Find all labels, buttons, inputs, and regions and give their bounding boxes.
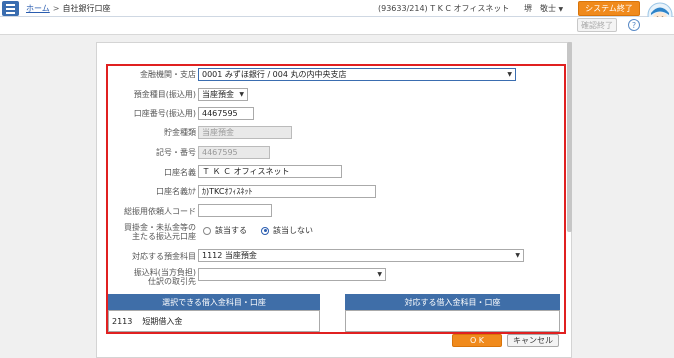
radio-not-applicable[interactable]: 該当しない	[261, 225, 313, 236]
bank-value: 0001 みずほ銀行 / 004 丸の内中央支店	[202, 70, 347, 79]
help-icon[interactable]: ?	[628, 19, 640, 31]
symbol-no-input: 4467595	[198, 146, 270, 159]
deposit-subject-value: 1112 当座預金	[202, 251, 257, 260]
main-account-radio-group: 該当する 該当しない	[203, 225, 313, 236]
fee-partner-select[interactable]: ▼	[198, 268, 386, 281]
confirm-exit-button[interactable]: 確認終了	[577, 18, 617, 32]
breadcrumb-separator: >	[52, 4, 60, 13]
scrollbar[interactable]	[567, 42, 572, 232]
account-info: (93633/214) T K C オフィスネット	[378, 4, 510, 13]
savings-type-input: 当座預金	[198, 126, 292, 139]
ok-button[interactable]: O K	[452, 334, 502, 347]
account-no-input[interactable]: 4467595	[198, 107, 254, 120]
system-exit-button[interactable]: システム終了	[578, 1, 640, 16]
page-title: 自社銀行口座	[62, 4, 111, 13]
menu-icon[interactable]	[2, 1, 19, 16]
bank-select[interactable]: 0001 みずほ銀行 / 004 丸の内中央支店 ▼	[198, 68, 516, 81]
left-table-header: 選択できる借入金科目・口座	[108, 294, 320, 310]
row-code: 2113	[112, 317, 133, 326]
client-code-label: 総振用依頼人コード	[124, 207, 196, 216]
chevron-down-icon: ▼	[239, 91, 244, 98]
breadcrumb: ホーム > 自社銀行口座	[26, 3, 110, 14]
main-account-label-2: 主たる振込元口座	[132, 232, 196, 241]
symbol-no-label: 記号・番号	[156, 148, 196, 157]
deposit-type-label: 預金種目(振込用)	[133, 90, 196, 99]
chevron-down-icon: ▼	[507, 71, 512, 78]
deposit-subject-label: 対応する預金科目	[132, 252, 196, 261]
radio-not-applicable-label: 該当しない	[273, 226, 313, 235]
breadcrumb-home-link[interactable]: ホーム	[26, 4, 50, 13]
radio-on-icon	[261, 226, 269, 235]
top-bar: ホーム > 自社銀行口座 (93633/214) T K C オフィスネット 堺 敬…	[0, 0, 674, 17]
account-no-label: 口座番号(振込用)	[133, 109, 196, 118]
account-name-kana-label: 口座名義ｶﾅ	[156, 187, 196, 196]
account-name-label: 口座名義	[164, 168, 196, 177]
account-name-kana-input[interactable]: ｶ)TKCｵﾌｨｽﾈｯﾄ	[198, 185, 376, 198]
bank-label: 金融機関・支店	[140, 70, 196, 79]
savings-type-label: 貯金種類	[164, 128, 196, 137]
chevron-down-icon: ▼	[558, 6, 564, 13]
chevron-down-icon: ▼	[515, 252, 520, 259]
user-name: 堺 敬士	[524, 4, 556, 13]
deposit-subject-select[interactable]: 1112 当座預金 ▼	[198, 249, 524, 262]
account-name-input[interactable]: Ｔ Ｋ Ｃ オフィスネット	[198, 165, 342, 178]
deposit-type-select[interactable]: 当座預金 ▼	[198, 88, 248, 101]
fee-label-2: 仕訳の取引先	[148, 277, 196, 286]
radio-applicable-label: 該当する	[215, 226, 247, 235]
cancel-button[interactable]: キャンセル	[507, 334, 559, 347]
user-menu[interactable]: 堺 敬士 ▼	[524, 3, 563, 14]
client-code-input[interactable]	[198, 204, 272, 217]
right-table-header: 対応する借入金科目・口座	[345, 294, 560, 310]
row-name: 短期借入金	[142, 317, 183, 326]
deposit-type-value: 当座預金	[202, 90, 234, 99]
left-table-row[interactable]: 2113 短期借入金	[112, 316, 182, 327]
chevron-down-icon: ▼	[377, 271, 382, 278]
right-table-body	[345, 310, 560, 332]
sub-toolbar	[0, 17, 674, 34]
radio-applicable[interactable]: 該当する	[203, 225, 247, 236]
radio-off-icon	[203, 226, 211, 235]
